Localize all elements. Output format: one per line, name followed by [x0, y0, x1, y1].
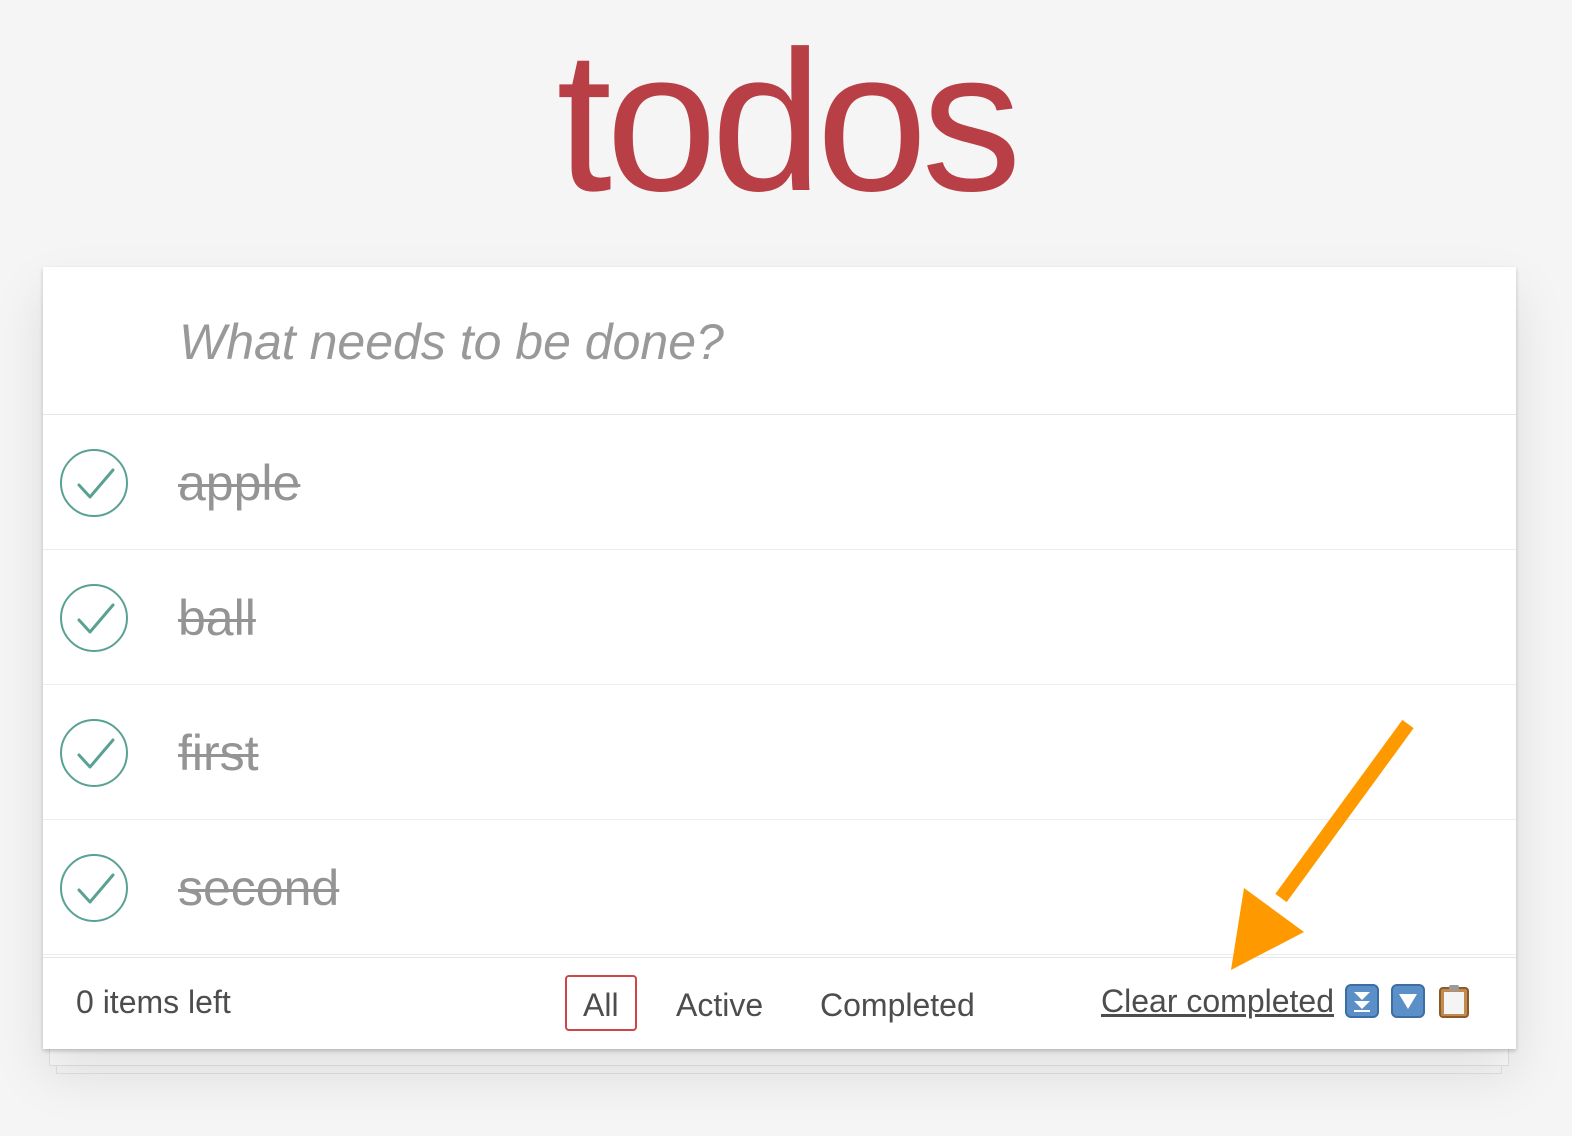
filter-active[interactable]: Active — [658, 975, 781, 1031]
clear-completed-button[interactable]: Clear completed — [1101, 983, 1334, 1020]
todo-list: apple ball first second — [43, 415, 1516, 955]
todo-item: first — [43, 685, 1516, 820]
todo-toggle-checkbox[interactable] — [60, 719, 128, 787]
todo-toggle-checkbox[interactable] — [60, 449, 128, 517]
todo-item: ball — [43, 550, 1516, 685]
todo-item: apple — [43, 415, 1516, 550]
todo-label[interactable]: first — [178, 721, 259, 785]
todo-app-card: apple ball first second — [43, 267, 1516, 1049]
todo-footer: 0 items left All Active Completed Clear … — [43, 957, 1516, 1049]
app-title: todos — [556, 10, 1021, 233]
todo-label[interactable]: apple — [178, 451, 300, 515]
todo-label[interactable]: ball — [178, 586, 256, 650]
filter-all[interactable]: All — [565, 975, 637, 1031]
clipboard-icon[interactable] — [1437, 984, 1471, 1018]
checkmark-icon — [77, 603, 115, 634]
stacked-card-edge — [49, 1046, 1509, 1066]
checkmark-icon — [77, 873, 115, 904]
new-todo-input[interactable] — [177, 303, 1481, 381]
new-todo-row — [43, 267, 1516, 415]
todo-toggle-checkbox[interactable] — [60, 584, 128, 652]
down-arrow-icon[interactable] — [1391, 984, 1425, 1018]
todo-item: second — [43, 820, 1516, 955]
todo-label[interactable]: second — [178, 856, 339, 920]
items-left-count: 0 items left — [76, 984, 231, 1020]
checkmark-icon — [77, 468, 115, 499]
filter-completed[interactable]: Completed — [802, 975, 993, 1031]
checkmark-icon — [77, 738, 115, 769]
double-down-arrow-icon[interactable] — [1345, 984, 1379, 1018]
todo-toggle-checkbox[interactable] — [60, 854, 128, 922]
